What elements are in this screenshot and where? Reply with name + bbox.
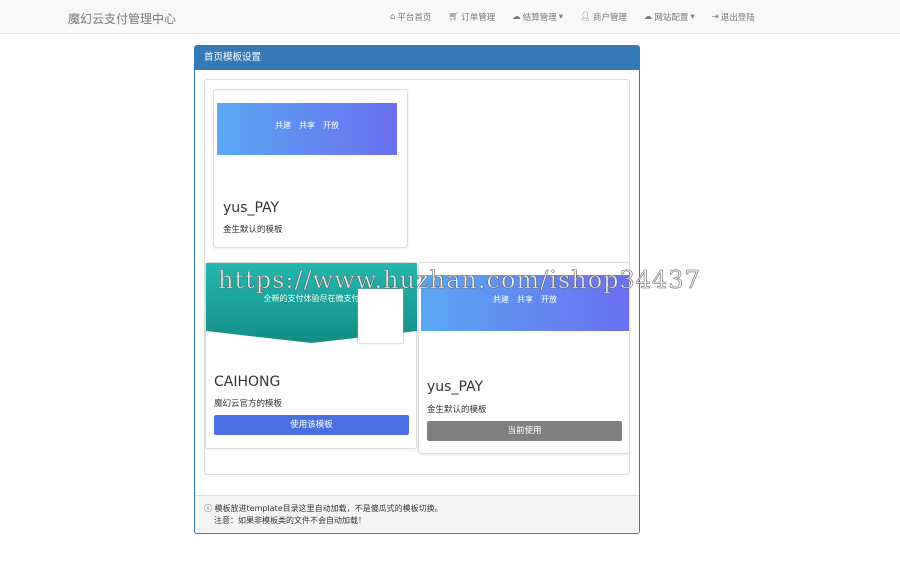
nav-label: 订单管理 xyxy=(461,13,496,23)
nav-merchants[interactable]: 👤︎ 商户管理 xyxy=(580,11,627,23)
caret-down-icon: ▾ xyxy=(690,12,695,22)
preview-hero: 共建 共享 开放 xyxy=(275,121,339,130)
brand[interactable]: 魔幻云支付管理中心 xyxy=(68,10,176,27)
panel-footer: ⓘ 模板放进template目录这里自动加载，不是傻瓜式的模板切换。 注意：如果… xyxy=(195,495,639,533)
nav-label: 商户管理 xyxy=(592,13,627,23)
nav-settlement[interactable]: ☁ 结算管理 ▾ xyxy=(512,11,563,23)
template-name: CAIHONG xyxy=(214,374,281,390)
home-icon: ⌂ xyxy=(390,12,396,22)
cloud-icon: ☁ xyxy=(512,12,521,22)
nav-label: 退出登陆 xyxy=(720,13,755,23)
template-preview: 共建 共享 开放 xyxy=(217,93,404,183)
preview-hero: 共建 共享 开放 xyxy=(493,295,557,304)
nav-logout[interactable]: ⇥ 退出登陆 xyxy=(712,11,755,23)
current-template-button[interactable]: 当前使用 xyxy=(427,421,622,441)
template-card: 共建 共享 开放 yus_PAY 金生默认的模板 xyxy=(213,89,408,248)
nav-label: 结算管理 xyxy=(522,13,557,23)
cloud-icon: ☁ xyxy=(643,12,653,22)
template-list: 共建 共享 开放 yus_PAY 金生默认的模板 全新的支付体验尽在微支付 CA… xyxy=(204,79,630,475)
logout-icon: ⇥ xyxy=(711,12,719,22)
template-name: yus_PAY xyxy=(427,379,484,395)
footer-note: 模板放进template目录这里自动加载，不是傻瓜式的模板切换。 xyxy=(214,504,443,513)
nav-home[interactable]: ⌂ 平台首页 xyxy=(390,11,431,23)
template-settings-panel: 首页模板设置 共建 共享 开放 yus_PAY 金生默认的模板 全新的支付体验尽… xyxy=(194,45,640,534)
navbar: 魔幻云支付管理中心 ⌂ 平台首页 🛒︎ 订单管理 ☁ 结算管理 ▾ 👤︎ 商户管理 ☁ 网站… xyxy=(0,0,900,34)
template-preview: 共建 共享 开放 xyxy=(421,265,629,357)
user-icon: 👤︎ xyxy=(580,12,591,22)
template-card: 全新的支付体验尽在微支付 CAIHONG 魔幻云官方的模板 使用该模板 xyxy=(205,262,417,449)
template-card: 共建 共享 开放 yus_PAY 金生默认的模板 当前使用 xyxy=(418,262,630,454)
template-name: yus_PAY xyxy=(223,200,280,216)
panel-title: 首页模板设置 xyxy=(195,46,639,70)
caret-down-icon: ▾ xyxy=(558,12,564,22)
info-icon: ⓘ xyxy=(204,504,212,513)
nav-orders[interactable]: 🛒︎ 订单管理 xyxy=(448,11,495,23)
footer-warning: 注意：如果非模板类的文件不会自动加载！ xyxy=(214,516,366,525)
nav-site-config[interactable]: ☁ 网站配置 ▾ xyxy=(644,11,695,23)
template-desc: 魔幻云官方的模板 xyxy=(214,399,283,409)
template-desc: 金生默认的模板 xyxy=(223,225,283,235)
nav-label: 平台首页 xyxy=(397,13,432,23)
template-desc: 金生默认的模板 xyxy=(427,405,487,415)
use-template-button[interactable]: 使用该模板 xyxy=(214,415,409,435)
cart-icon: 🛒︎ xyxy=(448,12,460,22)
nav-menu: ⌂ 平台首页 🛒︎ 订单管理 ☁ 结算管理 ▾ 👤︎ 商户管理 ☁ 网站配置 ▾ ⇥ 退出登陆 xyxy=(390,11,772,23)
nav-label: 网站配置 xyxy=(654,13,689,23)
